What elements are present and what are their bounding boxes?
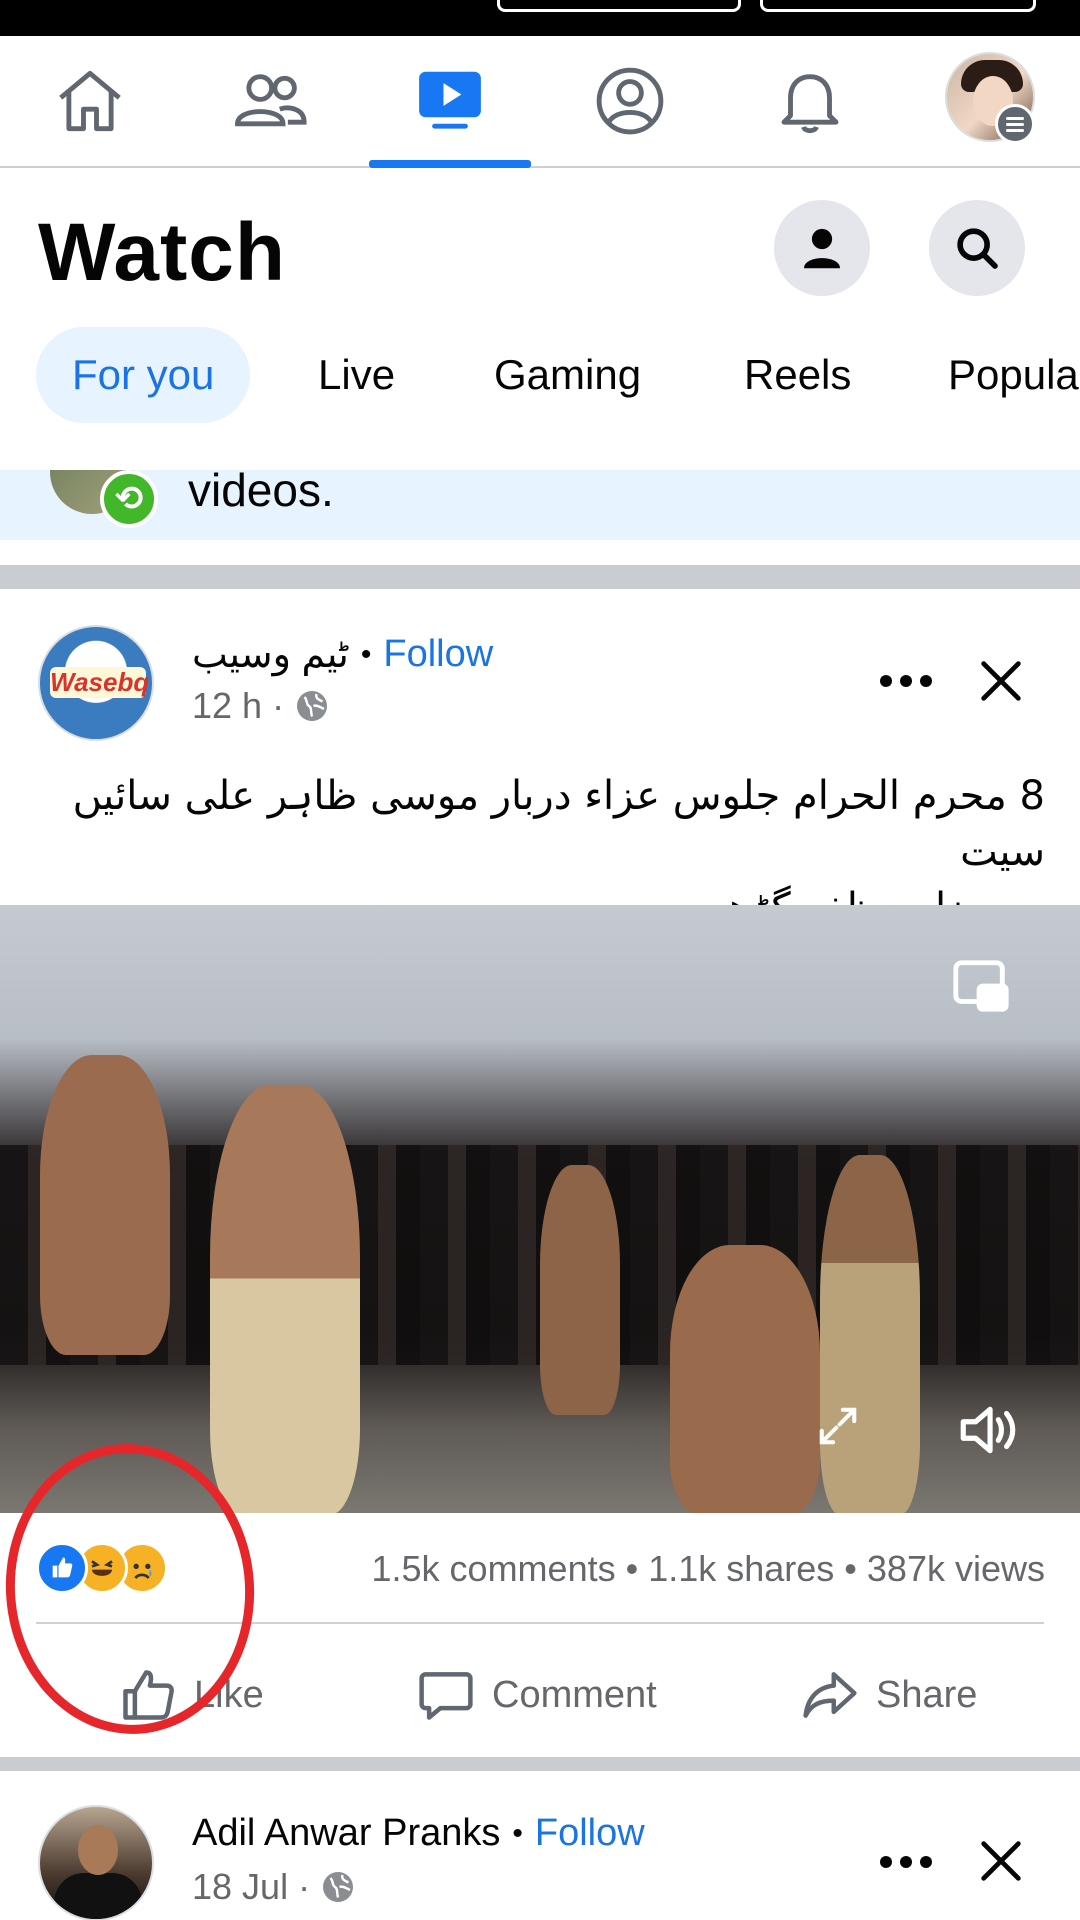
close-icon[interactable]: [975, 655, 1027, 707]
share-label: Share: [876, 1673, 978, 1716]
post-meta: 18 Jul ·: [192, 1866, 356, 1908]
video-figure: [820, 1155, 920, 1513]
chip-live[interactable]: Live: [282, 327, 431, 423]
comment-label: Comment: [492, 1673, 657, 1716]
post-time: 18 Jul ·: [192, 1866, 311, 1907]
video-figure: [670, 1245, 820, 1513]
menu-icon: [995, 104, 1035, 144]
nav-tab-profile[interactable]: [540, 36, 720, 166]
like-reaction-icon: [36, 1542, 88, 1594]
top-nav: [0, 36, 1080, 168]
nav-tab-friends[interactable]: [180, 36, 360, 166]
page-name[interactable]: Adil Anwar Pranks: [192, 1812, 500, 1855]
share-button[interactable]: Share: [800, 1660, 977, 1730]
status-pill-left: [497, 0, 741, 12]
post-meta: 12 h ·: [192, 685, 330, 727]
watch-icon: [419, 71, 481, 129]
post-header-row: ٹیم وسیب • Follow: [192, 632, 493, 677]
post-caption-line-1: 8 محرم الحرام جلوس عزاء دربار موسی ظاہر …: [72, 773, 1045, 875]
fullscreen-button[interactable]: [812, 1400, 864, 1452]
follow-button[interactable]: Follow: [535, 1812, 645, 1855]
speaker-icon: [960, 1406, 1016, 1454]
watch-profile-button[interactable]: [774, 200, 870, 296]
repost-banner[interactable]: ⟲ videos.: [0, 470, 1080, 540]
more-options-button[interactable]: [880, 1852, 936, 1872]
banner-text: videos.: [188, 470, 334, 516]
home-icon: [59, 70, 121, 132]
waseb-logo-text: Wasebq: [50, 667, 150, 698]
friends-icon: [235, 74, 307, 127]
chip-gaming[interactable]: Gaming: [458, 327, 677, 423]
search-button[interactable]: [929, 200, 1025, 296]
feed-divider: [0, 1757, 1080, 1771]
status-bar: [0, 0, 1080, 36]
nav-tab-watch[interactable]: [360, 36, 540, 166]
pip-icon: [953, 960, 1009, 1012]
volume-button[interactable]: [955, 1397, 1021, 1463]
chip-popular[interactable]: Popula: [912, 327, 1080, 423]
follow-button[interactable]: Follow: [383, 633, 493, 676]
category-chips: For you Live Gaming Reels Popula: [0, 325, 1080, 425]
post-time: 12 h ·: [192, 685, 285, 726]
share-icon: [803, 1672, 857, 1718]
notifications-icon: [781, 74, 839, 134]
page-title: Watch: [38, 207, 286, 298]
video-figure: [40, 1055, 170, 1355]
active-tab-indicator: [369, 160, 531, 168]
post-header-row: Adil Anwar Pranks • Follow: [192, 1812, 645, 1855]
feed-divider: [0, 565, 1080, 589]
page-avatar-adil[interactable]: [38, 1805, 154, 1920]
profile-icon: [596, 67, 664, 135]
repost-icon: ⟲: [100, 470, 158, 528]
avatar-face: [78, 1825, 118, 1875]
chip-for-you[interactable]: For you: [36, 327, 251, 423]
post-stats[interactable]: 1.5k comments • 1.1k shares • 387k views: [300, 1548, 1046, 1590]
more-options-button[interactable]: [880, 671, 936, 691]
avatar-shirt: [54, 1873, 142, 1919]
nav-tab-notifications[interactable]: [720, 36, 900, 166]
status-pill-right: [760, 0, 1036, 12]
person-icon: [804, 228, 840, 269]
video-player[interactable]: [0, 905, 1080, 1513]
search-icon: [957, 228, 998, 269]
expand-icon: [819, 1407, 857, 1445]
globe-icon: [323, 1872, 354, 1902]
comment-button[interactable]: Comment: [416, 1660, 657, 1730]
comment-icon: [419, 1672, 473, 1720]
name-separator: •: [512, 1816, 523, 1850]
globe-icon: [297, 691, 328, 721]
picture-in-picture-button[interactable]: [950, 955, 1012, 1017]
page-name[interactable]: ٹیم وسیب: [192, 632, 349, 677]
close-icon[interactable]: [975, 1835, 1027, 1887]
name-separator: •: [360, 637, 372, 671]
watch-header: Watch: [0, 170, 1080, 320]
page-avatar-waseb[interactable]: Wasebq: [38, 625, 154, 741]
video-figure: [210, 1085, 360, 1513]
video-figure: [540, 1165, 620, 1415]
chip-reels[interactable]: Reels: [708, 327, 887, 423]
nav-tab-home[interactable]: [0, 36, 180, 166]
